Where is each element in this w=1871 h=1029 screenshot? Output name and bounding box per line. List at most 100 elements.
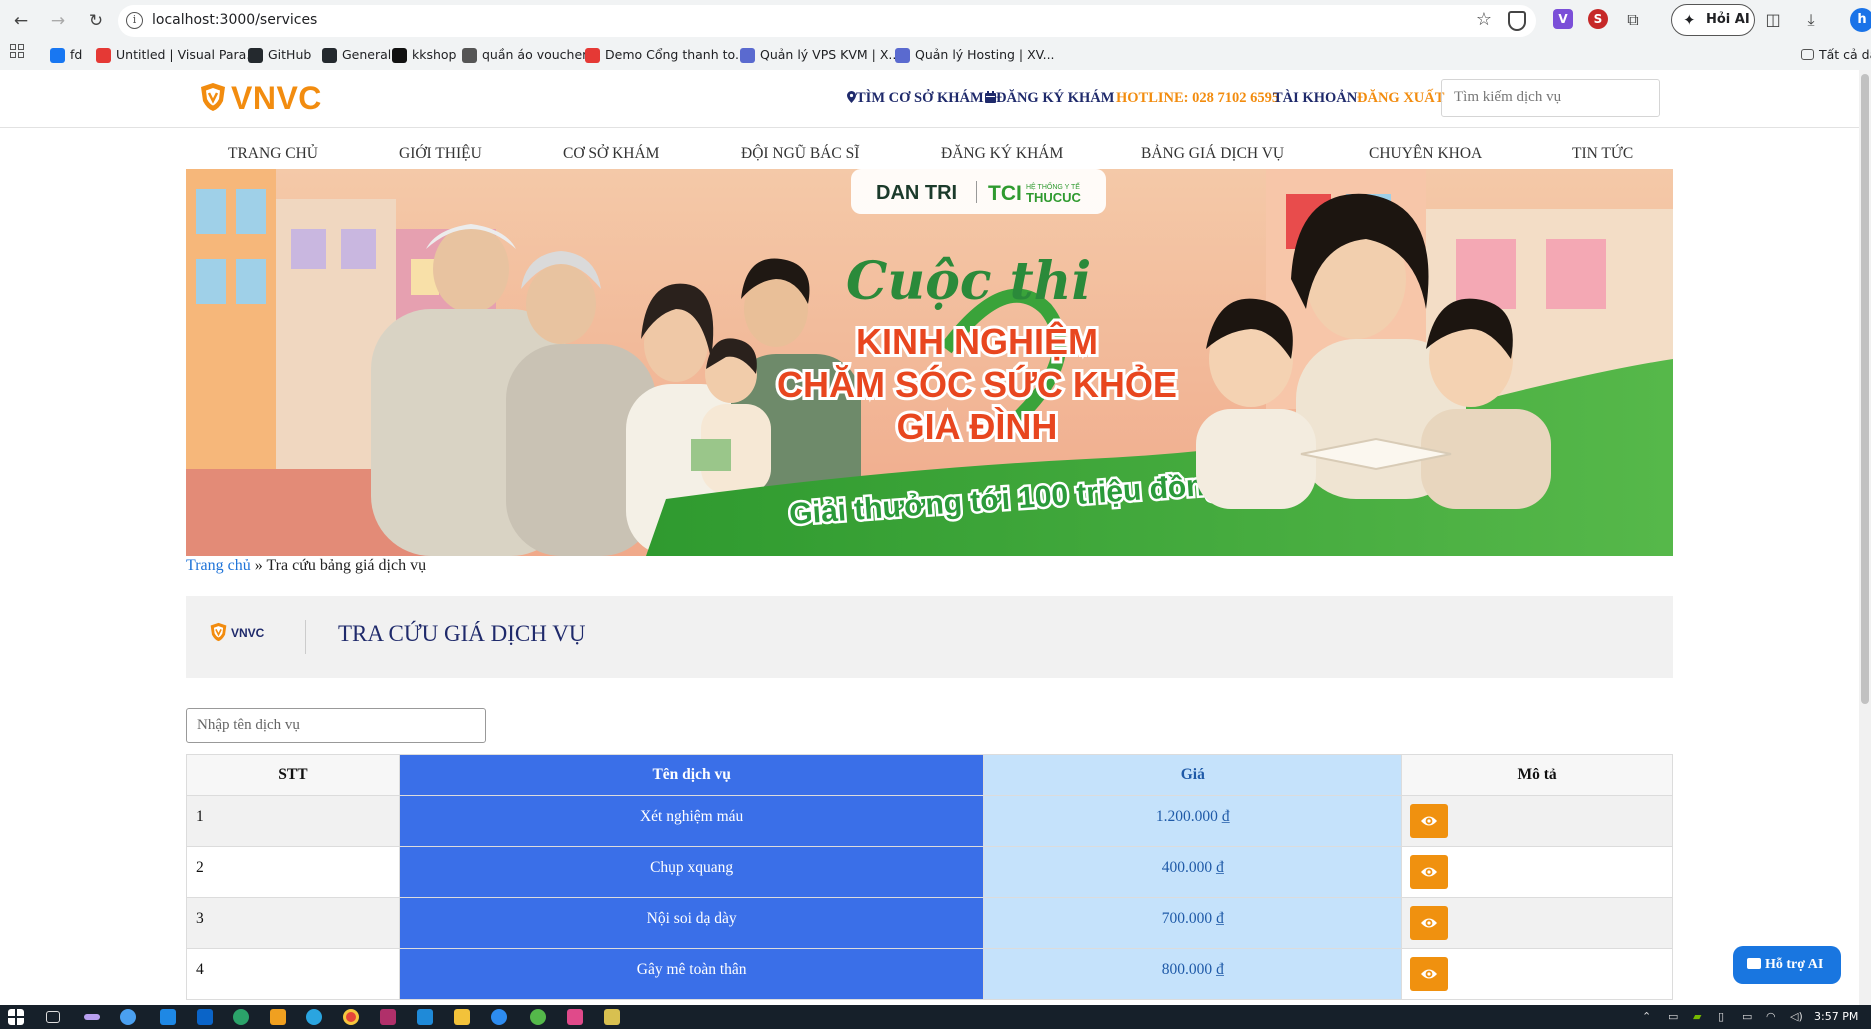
page-title: TRA CỨU GIÁ DỊCH VỤ — [338, 621, 586, 646]
breadcrumb: Trang chủ » Tra cứu bảng giá dịch vụ — [186, 557, 426, 575]
browser-toolbar: ← → ↻ i localhost:3000/services ☆ V S ⧉ … — [0, 0, 1871, 70]
nav-item[interactable]: BẢNG GIÁ DỊCH VỤ — [1141, 145, 1284, 163]
nav-item[interactable]: TIN TỨC — [1572, 145, 1633, 163]
store-icon[interactable] — [160, 1009, 176, 1025]
volume-icon[interactable]: ◁) — [1790, 1010, 1803, 1023]
facebook-icon — [50, 48, 65, 63]
cell-description — [1401, 795, 1673, 847]
bookmark-label: Demo Cổng thanh to... — [605, 47, 747, 62]
bookmark-item[interactable]: fd — [50, 44, 82, 66]
view-description-button[interactable] — [1410, 855, 1449, 889]
bookmark-label: quần áo voucher — [482, 47, 588, 62]
service-search-input[interactable]: Tìm kiếm dịch vụ — [1441, 79, 1660, 117]
forward-icon[interactable]: → — [45, 8, 71, 34]
address-bar[interactable]: i localhost:3000/services ☆ — [118, 5, 1536, 37]
chat-bubble-icon — [1747, 958, 1761, 969]
bookmark-item[interactable]: quần áo voucher — [462, 44, 587, 66]
logout-link[interactable]: ĐĂNG XUẤT — [1357, 90, 1444, 107]
battery-icon[interactable]: ▭ — [1742, 1010, 1752, 1023]
bookmark-item[interactable]: Quản lý Hosting | XV... — [895, 44, 1055, 66]
breadcrumb-current: Tra cứu bảng giá dịch vụ — [266, 557, 427, 574]
service-name-filter-input[interactable]: Nhập tên dịch vụ — [186, 708, 486, 743]
back-icon[interactable]: ← — [8, 8, 34, 34]
partner-thucuc: THUCUC — [1026, 190, 1081, 205]
bookmark-item[interactable]: GitHub — [248, 44, 311, 66]
extensions-puzzle-icon[interactable]: ⧉ — [1622, 9, 1644, 31]
find-clinic-label: TÌM CƠ SỞ KHÁM — [856, 90, 984, 106]
nav-item[interactable]: CƠ SỞ KHÁM — [563, 145, 659, 163]
download-icon[interactable]: ⤓ — [1800, 9, 1822, 31]
copilot-icon[interactable] — [120, 1009, 136, 1025]
all-bookmarks-folder[interactable]: Tất cả dấ — [1801, 44, 1871, 66]
header-stt: STT — [186, 754, 400, 796]
edge-icon[interactable] — [233, 1009, 249, 1025]
nvidia-icon[interactable]: ▰ — [1693, 1010, 1701, 1023]
banner-line-1: KINH NGHIỆM — [856, 320, 1098, 362]
split-view-icon[interactable]: ◫ — [1762, 9, 1784, 31]
bookmark-item[interactable]: Demo Cổng thanh to... — [585, 44, 747, 66]
address-url[interactable]: localhost:3000/services — [152, 12, 317, 28]
bookmark-item[interactable]: General — [322, 44, 391, 66]
nav-item[interactable]: ĐỘI NGŨ BÁC SĨ — [741, 145, 859, 163]
github-icon — [322, 48, 337, 63]
hoi-ai-label: Hỏi AI — [1706, 12, 1750, 27]
banner-script-title: Cuộc thi — [846, 251, 1091, 312]
notepad-icon[interactable] — [604, 1009, 620, 1025]
tray-chevron-icon[interactable]: ⌃ — [1642, 1010, 1651, 1023]
nav-item[interactable]: CHUYÊN KHOA — [1369, 145, 1482, 163]
red-extension-icon[interactable]: S — [1588, 9, 1608, 29]
account-link[interactable]: TÀI KHOẢN — [1273, 90, 1357, 107]
task-view-icon[interactable] — [46, 1011, 60, 1023]
panel-divider — [305, 620, 306, 654]
tray-app-icon[interactable]: ▯ — [1718, 1010, 1724, 1023]
shield-extension-icon[interactable] — [1508, 11, 1526, 31]
bookmark-item[interactable]: kkshop — [392, 44, 457, 66]
wifi-icon[interactable]: ◠ — [1766, 1010, 1776, 1023]
page-scrollbar[interactable] — [1859, 70, 1871, 1005]
bookmark-item[interactable]: Untitled | Visual Para... — [96, 44, 258, 66]
bookmark-label: Quản lý VPS KVM | X... — [760, 47, 901, 62]
taskbar-app-icon[interactable] — [84, 1014, 100, 1020]
tray-app-icon[interactable]: ▭ — [1668, 1010, 1678, 1023]
taskbar-clock[interactable]: 3:57 PM — [1814, 1010, 1858, 1023]
file-explorer-icon[interactable] — [454, 1009, 470, 1025]
shield-logo-icon — [210, 622, 227, 642]
reload-icon[interactable]: ↻ — [83, 8, 109, 34]
sublime-icon[interactable] — [270, 1009, 286, 1025]
folder-icon — [1801, 49, 1814, 60]
bookmark-item[interactable]: Quản lý VPS KVM | X... — [740, 44, 900, 66]
eye-icon — [1421, 918, 1438, 928]
find-clinic-link[interactable]: TÌM CƠ SỞ KHÁM — [847, 90, 984, 107]
partner-dantri: DAN TRI — [876, 182, 957, 204]
visual-paradigm-icon — [96, 48, 111, 63]
nav-item[interactable]: TRANG CHỦ — [228, 145, 318, 163]
bookmark-star-icon[interactable]: ☆ — [1476, 9, 1492, 30]
chrome-icon[interactable] — [343, 1009, 359, 1025]
telegram-icon[interactable] — [306, 1009, 322, 1025]
outlook-icon[interactable] — [197, 1009, 213, 1025]
view-description-button[interactable] — [1410, 906, 1449, 940]
contest-banner[interactable]: DAN TRI TCI HỆ THỐNG Y TẾ THUCUC Cuộc th… — [186, 169, 1673, 556]
site-info-icon[interactable]: i — [126, 12, 143, 29]
profile-avatar[interactable]: h — [1850, 8, 1871, 32]
partner-tci-mark: TCI — [988, 182, 1022, 205]
view-description-button[interactable] — [1410, 957, 1449, 991]
breadcrumb-home-link[interactable]: Trang chủ — [186, 557, 251, 574]
taskbar-app-icon[interactable] — [380, 1009, 396, 1025]
nav-item[interactable]: ĐĂNG KÝ KHÁM — [941, 145, 1063, 163]
ai-support-button[interactable]: Hỗ trợ AI — [1733, 946, 1841, 984]
active-app-icon[interactable] — [530, 1009, 546, 1025]
view-description-button[interactable] — [1410, 804, 1449, 838]
cell-price: 800.000 ₫ — [983, 948, 1403, 1000]
register-link[interactable]: ĐĂNG KÝ KHÁM — [985, 90, 1114, 107]
hoi-ai-button[interactable]: ✦ Hỏi AI — [1671, 4, 1755, 36]
scrollbar-thumb[interactable] — [1861, 74, 1869, 704]
v-extension-icon[interactable]: V — [1553, 9, 1573, 29]
vscode-icon[interactable] — [417, 1009, 433, 1025]
nav-item[interactable]: GIỚI THIỆU — [399, 145, 482, 163]
taskbar-app-icon[interactable] — [567, 1009, 583, 1025]
windows-start-icon[interactable] — [8, 1009, 24, 1025]
table-row: 2 Chụp xquang 400.000 ₫ — [186, 846, 1673, 898]
hotline-link[interactable]: HOTLINE: 028 7102 6595 — [1116, 90, 1279, 107]
zalo-icon[interactable] — [491, 1009, 507, 1025]
